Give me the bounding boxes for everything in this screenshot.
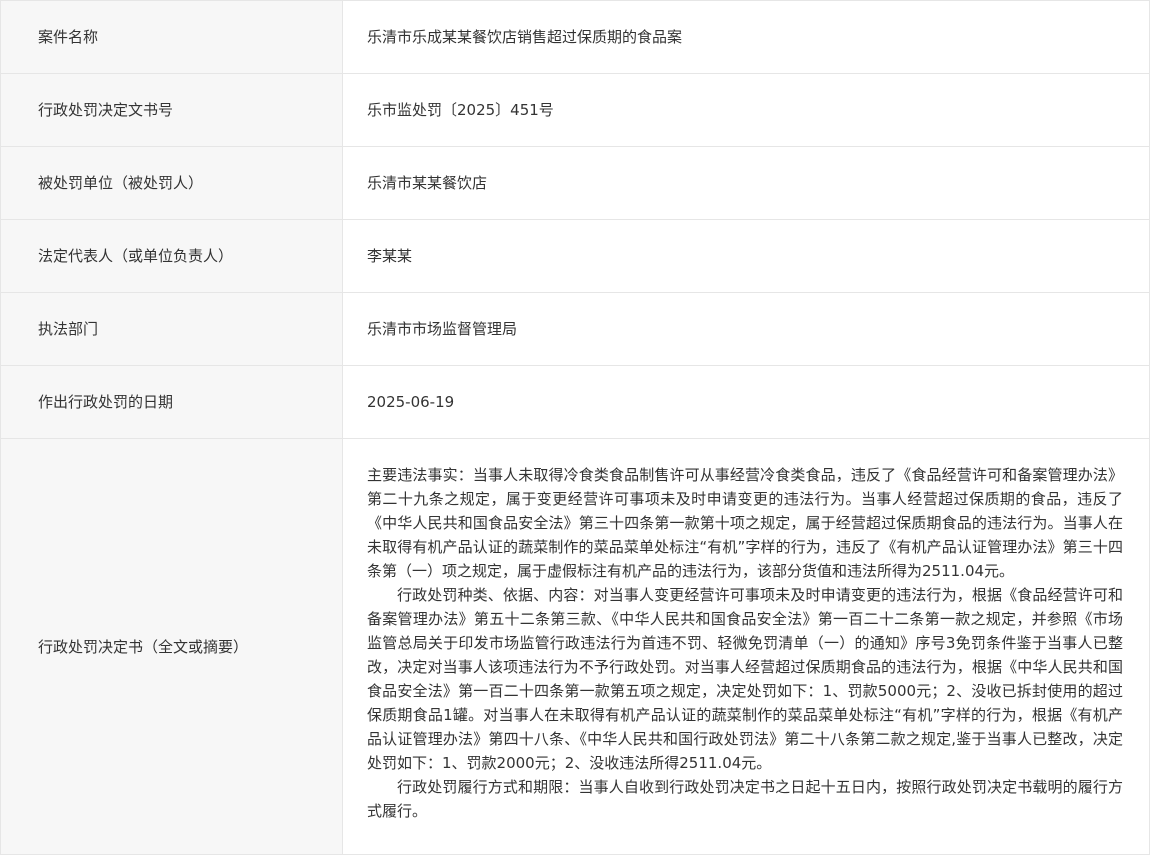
table-row: 被处罚单位（被处罚人） 乐清市某某餐饮店 [0, 146, 1150, 220]
penalized-party-value: 乐清市某某餐饮店 [342, 146, 1150, 220]
table-row: 行政处罚决定书（全文或摘要） 主要违法事实：当事人未取得冷食类食品制售许可从事经… [0, 438, 1150, 855]
penalty-info-table: 案件名称 乐清市乐成某某餐饮店销售超过保质期的食品案 行政处罚决定文书号 乐市监… [0, 0, 1150, 855]
violation-facts-paragraph: 主要违法事实：当事人未取得冷食类食品制售许可从事经营冷食类食品，违反了《食品经营… [367, 466, 1123, 580]
decision-label: 行政处罚决定书（全文或摘要） [0, 438, 343, 855]
document-number-value: 乐市监处罚〔2025〕451号 [342, 73, 1150, 147]
fulfillment-paragraph: 行政处罚履行方式和期限：当事人自收到行政处罚决定书之日起十五日内，按照行政处罚决… [367, 778, 1123, 820]
table-row: 作出行政处罚的日期 2025-06-19 [0, 365, 1150, 439]
table-row: 案件名称 乐清市乐成某某餐饮店销售超过保质期的食品案 [0, 0, 1150, 74]
legal-representative-value: 李某某 [342, 219, 1150, 293]
penalty-date-label: 作出行政处罚的日期 [0, 365, 343, 439]
table-row: 法定代表人（或单位负责人） 李某某 [0, 219, 1150, 293]
table-row: 执法部门 乐清市市场监督管理局 [0, 292, 1150, 366]
case-name-label: 案件名称 [0, 0, 343, 74]
enforcement-department-label: 执法部门 [0, 292, 343, 366]
case-name-value: 乐清市乐成某某餐饮店销售超过保质期的食品案 [342, 0, 1150, 74]
legal-representative-label: 法定代表人（或单位负责人） [0, 219, 343, 293]
penalty-content-paragraph: 行政处罚种类、依据、内容：对当事人变更经营许可事项未及时申请变更的违法行为，根据… [367, 586, 1123, 772]
penalty-date-value: 2025-06-19 [342, 365, 1150, 439]
table-row: 行政处罚决定文书号 乐市监处罚〔2025〕451号 [0, 73, 1150, 147]
decision-text: 主要违法事实：当事人未取得冷食类食品制售许可从事经营冷食类食品，违反了《食品经营… [342, 438, 1150, 855]
penalized-party-label: 被处罚单位（被处罚人） [0, 146, 343, 220]
enforcement-department-value: 乐清市市场监督管理局 [342, 292, 1150, 366]
document-number-label: 行政处罚决定文书号 [0, 73, 343, 147]
